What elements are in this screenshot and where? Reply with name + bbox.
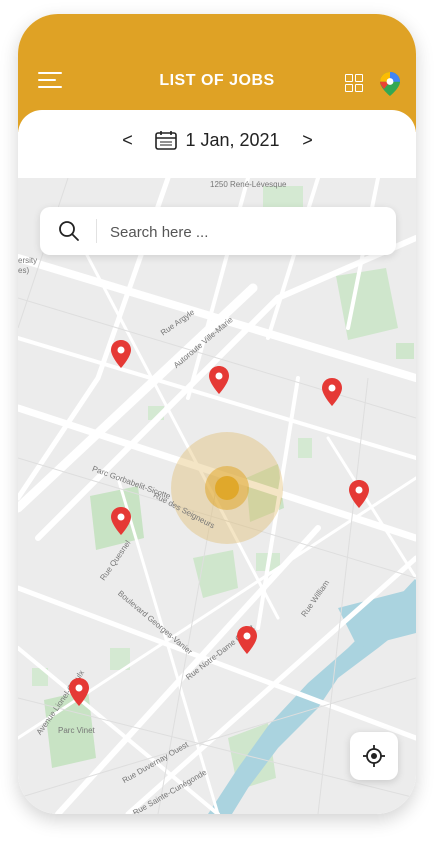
job-pin[interactable] xyxy=(321,378,343,406)
map-label: ersity xyxy=(18,256,38,265)
map-label: 1250 René-Lévesque xyxy=(210,180,287,189)
date-selector: < 1 Jan, 2021 > xyxy=(0,118,435,162)
search-divider xyxy=(96,219,97,243)
calendar-icon[interactable] xyxy=(155,130,178,150)
map-label: Parc Vinet xyxy=(58,726,95,735)
grid-view-icon[interactable] xyxy=(345,74,363,92)
my-location-button[interactable] xyxy=(350,732,398,780)
my-location-icon xyxy=(363,745,385,767)
job-pin[interactable] xyxy=(110,507,132,535)
selected-date[interactable]: 1 Jan, 2021 xyxy=(185,130,279,151)
search-icon[interactable] xyxy=(58,220,80,242)
job-pin[interactable] xyxy=(68,678,90,706)
google-maps-icon[interactable] xyxy=(380,72,400,96)
search-bar xyxy=(40,207,396,255)
job-pin[interactable] xyxy=(348,480,370,508)
map-label: es) xyxy=(18,266,30,275)
previous-date-button[interactable]: < xyxy=(117,130,137,151)
job-pin[interactable] xyxy=(236,626,258,654)
job-pin[interactable] xyxy=(110,340,132,368)
job-pin[interactable] xyxy=(208,366,230,394)
next-date-button[interactable]: > xyxy=(298,130,318,151)
search-input[interactable] xyxy=(108,215,382,249)
